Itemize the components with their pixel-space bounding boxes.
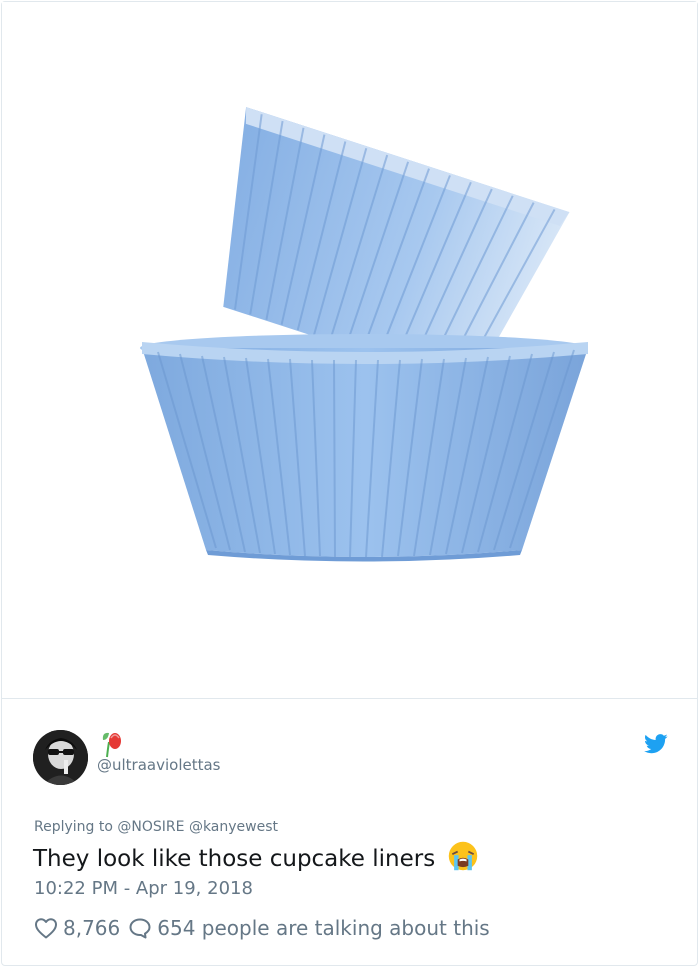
cupcake-liners-illustration	[140, 107, 588, 562]
tweet-actions: 8,766 654 people are talking about this	[34, 913, 490, 943]
reply-action[interactable]: 654 people are talking about this	[128, 916, 490, 940]
heart-icon	[35, 918, 57, 939]
embedded-tweet-card: @ultraaviolettas Replying to @NOSIRE @ka…	[1, 1, 698, 966]
avatar-portrait-image	[33, 730, 88, 785]
author-handle[interactable]: @ultraaviolettas	[97, 756, 221, 774]
replying-to-label: Replying to	[34, 819, 113, 835]
tweet-text: They look like those cupcake liners	[33, 840, 479, 875]
conversation-summary: 654 people are talking about this	[157, 916, 490, 940]
like-action[interactable]: 8,766	[34, 916, 128, 940]
flower-icon	[102, 732, 121, 758]
replying-to-line: Replying to @NOSIRE @kanyewest	[34, 819, 278, 835]
tweet-author: @ultraaviolettas	[33, 730, 673, 786]
mention-nosire[interactable]: @NOSIRE	[117, 819, 184, 835]
loudly-crying-face-icon	[448, 841, 477, 871]
mention-kanyewest[interactable]: @kanyewest	[189, 819, 278, 835]
author-avatar[interactable]	[33, 730, 88, 785]
tweet-media-image[interactable]	[2, 2, 697, 699]
front-liner	[140, 334, 588, 562]
tweet-text-content: They look like those cupcake liners	[33, 846, 436, 872]
twitter-bird-icon[interactable]	[644, 734, 668, 754]
like-count: 8,766	[63, 916, 121, 940]
speech-bubble-icon	[129, 918, 151, 939]
tweet-timestamp[interactable]: 10:22 PM - Apr 19, 2018	[34, 878, 253, 899]
